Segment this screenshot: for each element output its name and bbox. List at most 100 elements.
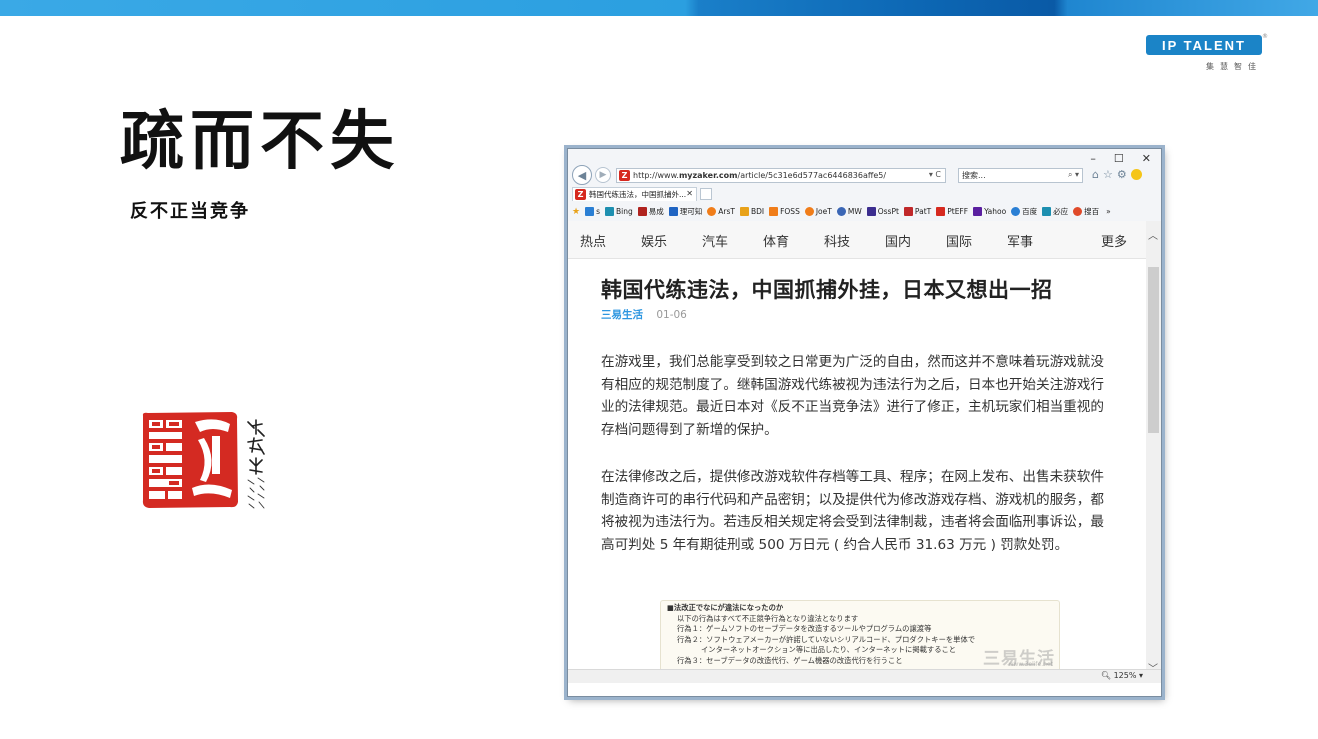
zoom-control[interactable]: 🔍︎ 125% ▾: [1101, 671, 1143, 680]
tab-label: 韩国代练违法，中国抓捕外...: [589, 190, 687, 199]
favorite-icon: [707, 207, 717, 216]
scroll-up-icon[interactable]: ︿: [1148, 227, 1158, 242]
favorite-item[interactable]: Yahoo: [973, 207, 1006, 216]
favorite-label: 百度: [1022, 207, 1038, 216]
forward-button[interactable]: ▶: [595, 167, 611, 183]
status-bar: 🔍︎ 125% ▾: [568, 669, 1161, 683]
ip-talent-logo: IP TALENT ® 集慧智佳: [1146, 33, 1268, 83]
favorite-label: s: [596, 207, 600, 216]
browser-tools: ⌂ ☆ ⚙: [1092, 168, 1142, 181]
top-banner: [0, 0, 1318, 16]
zoom-icon: 🔍︎: [1100, 671, 1112, 680]
category-nav: 热点 娱乐 汽车 体育 科技 国内 国际 军事 更多: [568, 221, 1146, 259]
favorite-item[interactable]: 百度: [1011, 206, 1037, 217]
figure-heading: ■法改正でなにが違法になったのか: [667, 603, 784, 612]
favorite-label: 易成: [648, 207, 664, 216]
favorite-item[interactable]: BDI: [739, 207, 764, 216]
favorite-icon: [585, 207, 595, 216]
article-title: 韩国代练违法，中国抓捕外挂，日本又想出一招: [601, 278, 1053, 302]
article-meta: 三易生活 01-06: [601, 307, 687, 322]
nav-item-hot[interactable]: 热点: [580, 231, 606, 250]
address-dropdown-refresh[interactable]: ▾ C: [929, 170, 941, 179]
favorite-item[interactable]: PtEFF: [936, 207, 968, 216]
vertical-scrollbar[interactable]: ︿ ﹀: [1146, 221, 1161, 683]
favorite-item[interactable]: 理可知: [668, 206, 702, 217]
favorite-item[interactable]: MW: [836, 207, 862, 216]
favorite-item[interactable]: s: [585, 207, 600, 216]
maximize-button[interactable]: ☐: [1114, 152, 1124, 165]
web-page: 热点 娱乐 汽车 体育 科技 国内 国际 军事 更多 ︿ ﹀ 韩国代练违法，中国…: [568, 221, 1161, 683]
nav-item-sports[interactable]: 体育: [763, 231, 789, 250]
nav-item-entertainment[interactable]: 娱乐: [641, 231, 667, 250]
address-bar[interactable]: Z http://www. myzaker.com/article/5c31e6d…: [616, 168, 946, 183]
feedback-smiley-icon[interactable]: [1130, 169, 1142, 180]
favorite-label: JoeT: [815, 207, 832, 216]
new-tab-button[interactable]: [700, 188, 712, 200]
tab-close-icon[interactable]: ✕: [686, 189, 693, 198]
calligraphy-signature-image: [247, 419, 265, 509]
favorite-label: PtEFF: [947, 207, 969, 216]
favorite-item[interactable]: PatT: [903, 207, 932, 216]
article-paragraph-2: 在法律修改之后，提供修改游戏软件存档等工具、程序；在网上发布、出售未获软件制造商…: [601, 469, 1104, 553]
nav-item-international[interactable]: 国际: [946, 231, 972, 250]
minimize-button[interactable]: –: [1090, 152, 1096, 165]
favorites-bar: ★ s Bing 易成 理可知 ArsT BDI FOSS JoeT MW Os…: [572, 204, 1157, 219]
search-box[interactable]: 搜索... ⌕ ▾: [958, 168, 1083, 183]
forward-arrow-icon: ▶: [599, 170, 607, 180]
figure-line: 以下の行為はすべて不正競争行為となり違法となります: [677, 613, 859, 623]
favorite-icon: [973, 207, 983, 216]
browser-tab-active[interactable]: Z 韩国代练违法，中国抓捕外... ✕: [572, 187, 697, 201]
favorite-item[interactable]: 搜百: [1073, 206, 1099, 217]
favorite-icon: [804, 207, 814, 216]
favorite-label: ArsT: [718, 207, 735, 216]
favorite-icon: [936, 207, 946, 216]
back-button[interactable]: ◀: [572, 165, 592, 185]
favorite-icon: [769, 207, 779, 216]
article-source-link[interactable]: 三易生活: [601, 309, 643, 321]
favorite-item[interactable]: 易成: [637, 206, 664, 217]
favorite-label: FOSS: [780, 207, 800, 216]
nav-item-auto[interactable]: 汽车: [702, 231, 728, 250]
url-domain: myzaker.com: [678, 171, 738, 180]
zaker-favicon-icon: Z: [619, 170, 630, 181]
favorite-label: OssPt: [877, 207, 899, 216]
favorites-more-icon[interactable]: »: [1106, 207, 1111, 216]
favorite-item[interactable]: ArsT: [707, 207, 735, 216]
zoom-level: 125%: [1113, 671, 1137, 680]
favorite-item[interactable]: Bing: [605, 207, 633, 216]
favorite-icon: [1073, 207, 1083, 216]
red-seal-image: [142, 412, 238, 508]
nav-item-more[interactable]: 更多: [1101, 231, 1127, 250]
nav-item-domestic[interactable]: 国内: [885, 231, 911, 250]
favorite-label: 搜百: [1084, 207, 1100, 216]
favorite-icon: [836, 207, 846, 216]
favorite-icon: [637, 207, 647, 216]
favorites-star-icon[interactable]: ☆: [1103, 168, 1113, 181]
favorite-icon: [605, 207, 614, 216]
figure-line: 行為１：ゲームソフトのセーブデータを改造するツールやプログラムの譲渡等: [677, 624, 932, 634]
close-button[interactable]: ✕: [1142, 152, 1151, 165]
search-icon[interactable]: ⌕ ▾: [1068, 170, 1079, 180]
article-paragraph-1: 在游戏里，我们总能享受到较之日常更为广泛的自由，然而这并不意味着玩游戏就没有相应…: [601, 354, 1104, 438]
tab-favicon-icon: Z: [575, 189, 586, 200]
nav-item-military[interactable]: 军事: [1007, 231, 1033, 250]
favorite-label: PatT: [914, 207, 932, 216]
logo-tagline: 集慧智佳: [1206, 62, 1262, 71]
scrollbar-thumb[interactable]: [1148, 267, 1159, 433]
favorite-item[interactable]: OssPt: [866, 207, 899, 216]
favorite-icon: [1042, 207, 1052, 216]
favorite-icon: [668, 207, 678, 216]
article-date: 01-06: [656, 309, 687, 321]
logo-registered-mark: ®: [1262, 33, 1268, 40]
favorite-item[interactable]: JoeT: [804, 207, 832, 216]
settings-gear-icon[interactable]: ⚙: [1117, 168, 1127, 181]
slide: IP TALENT ® 集慧智佳 疏而不失 反不正当竞争 – ☐ ✕ ◀ ▶ Z…: [0, 0, 1318, 739]
favorite-label: 必应: [1053, 207, 1069, 216]
slide-title: 疏而不失: [120, 104, 400, 179]
add-favorite-star-icon[interactable]: ★: [572, 207, 580, 217]
browser-window: – ☐ ✕ ◀ ▶ Z http://www. myzaker.com/artic…: [567, 148, 1162, 697]
nav-item-tech[interactable]: 科技: [824, 231, 850, 250]
home-icon[interactable]: ⌂: [1092, 168, 1099, 181]
favorite-item[interactable]: 必应: [1042, 206, 1068, 217]
favorite-item[interactable]: FOSS: [769, 207, 800, 216]
